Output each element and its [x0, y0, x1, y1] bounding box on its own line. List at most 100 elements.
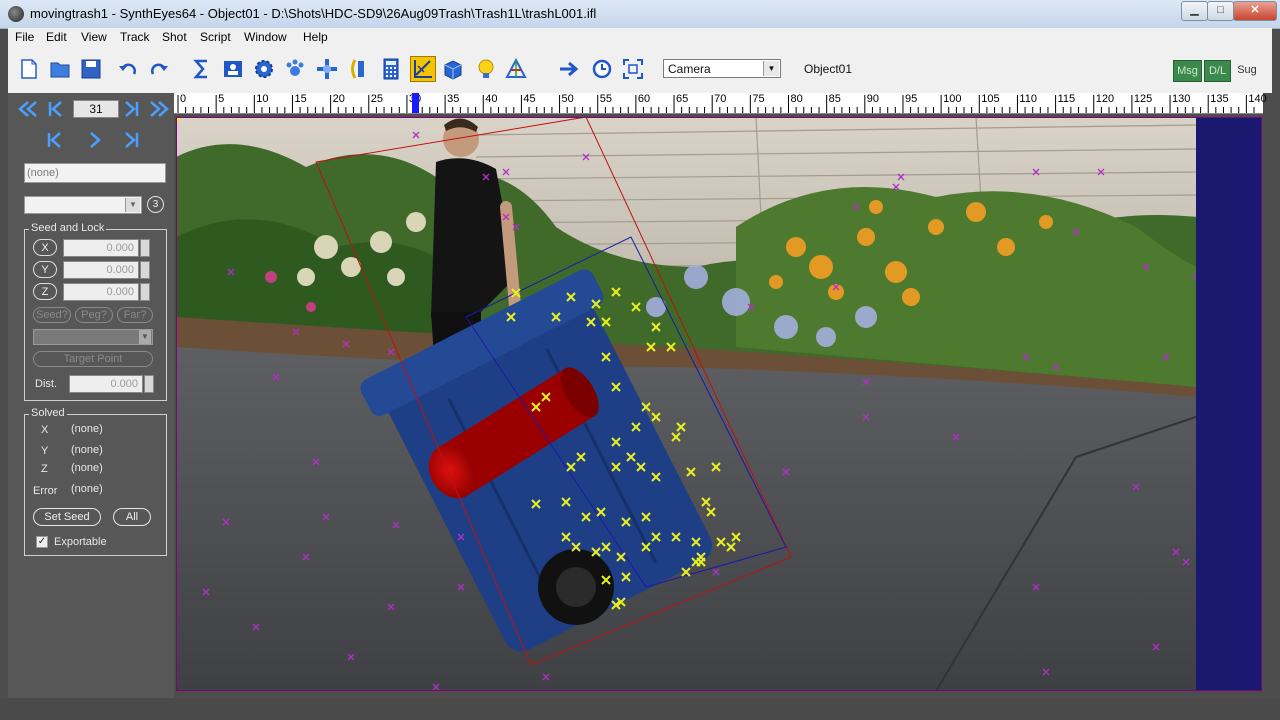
ruler-label: 120 [1095, 93, 1115, 105]
chevron-down-icon[interactable]: ▼ [763, 61, 779, 76]
set-seed-button[interactable]: Set Seed [33, 508, 101, 526]
ruler-label: 90 [866, 93, 880, 105]
ruler-label: 35 [447, 93, 460, 105]
seed-x-button[interactable]: X [33, 239, 57, 256]
ruler-label: 135 [1210, 93, 1229, 105]
tracker-dropdown[interactable]: ▼ [24, 196, 142, 214]
camera-select-value: Camera [668, 62, 711, 76]
open-folder-icon[interactable] [49, 58, 71, 80]
ruler-label: 10 [256, 93, 269, 105]
camera-select[interactable]: Camera ▼ [663, 59, 781, 78]
lightbulb-icon[interactable] [475, 58, 497, 80]
ruler-label: 95 [904, 93, 918, 105]
seed-z-spinner[interactable] [140, 283, 150, 301]
seed-x-spinner[interactable] [140, 239, 150, 257]
current-frame-marker[interactable] [411, 93, 419, 113]
seed-x-field[interactable]: 0.000 [63, 239, 139, 257]
solved-error-value: (none) [71, 483, 103, 495]
seed-y-field[interactable]: 0.000 [63, 261, 139, 279]
dist-spinner[interactable] [144, 375, 154, 393]
clock-icon[interactable] [591, 58, 613, 80]
ruler-label: 0 [180, 93, 187, 105]
solved-title: Solved [29, 407, 67, 419]
solved-z-label: Z [41, 463, 48, 475]
ruler-label: 45 [523, 93, 536, 105]
all-button[interactable]: All [113, 508, 151, 526]
move-icon[interactable] [316, 58, 338, 80]
dl-button[interactable]: D/L [1204, 60, 1231, 82]
ruler-label: 125 [1133, 93, 1153, 105]
seed-z-button[interactable]: Z [33, 283, 57, 300]
solved-y-label: Y [41, 445, 49, 457]
badge-count[interactable]: 3 [147, 196, 164, 213]
play-icon[interactable] [85, 130, 105, 150]
ruler-label: 70 [714, 93, 727, 105]
dist-field[interactable]: 0.000 [69, 375, 143, 393]
step-back-icon[interactable] [44, 130, 66, 150]
seed-y-button[interactable]: Y [33, 261, 57, 278]
seed-lock-title: Seed and Lock [29, 222, 107, 234]
sigma-icon[interactable] [191, 58, 213, 80]
ruler-label: 85 [828, 93, 841, 105]
seed-lock-dropdown[interactable]: ▼ [33, 329, 153, 345]
tracker-name-value: (none) [27, 167, 59, 179]
chevron-down-icon: ▼ [139, 330, 151, 344]
menu-track[interactable]: Track [120, 30, 150, 44]
new-file-icon[interactable] [18, 58, 40, 80]
dist-label: Dist. [35, 378, 57, 390]
next-key-icon[interactable] [121, 99, 141, 119]
sug-button[interactable]: Sug [1233, 60, 1261, 80]
cube-icon[interactable] [442, 58, 464, 80]
seed-z-field[interactable]: 0.000 [63, 283, 139, 301]
camera-view-icon[interactable] [222, 58, 244, 80]
menu-help[interactable]: Help [303, 30, 328, 44]
step-forward-icon[interactable] [120, 130, 142, 150]
msg-button[interactable]: Msg [1173, 60, 1202, 82]
menu-edit[interactable]: Edit [46, 30, 67, 44]
object-label: Object01 [804, 62, 853, 76]
frame-number-field[interactable]: 31 [73, 100, 119, 118]
maximize-button[interactable]: □ [1207, 1, 1234, 21]
menu-window[interactable]: Window [244, 30, 287, 44]
ruler-label: 110 [1019, 93, 1037, 105]
prev-key-icon[interactable] [46, 99, 66, 119]
menu-script[interactable]: Script [200, 30, 231, 44]
minimize-button[interactable]: ▁ [1181, 1, 1208, 21]
menu-view[interactable]: View [81, 30, 107, 44]
peg-button[interactable]: Peg? [75, 307, 113, 323]
solved-y-value: (none) [71, 444, 103, 456]
redo-icon[interactable] [148, 58, 170, 80]
menu-shot[interactable]: Shot [162, 30, 187, 44]
target-point-button[interactable]: Target Point [33, 351, 153, 367]
seed-button[interactable]: Seed? [33, 307, 71, 323]
exportable-checkbox[interactable]: ✓ [36, 536, 48, 548]
tracker-name-field[interactable]: (none) [24, 163, 166, 183]
graph-icon[interactable] [410, 56, 436, 82]
ruler-label: 75 [752, 93, 765, 105]
seed-y-spinner[interactable] [140, 261, 150, 279]
mesh-icon[interactable] [505, 58, 527, 80]
paw-icon[interactable] [284, 58, 306, 80]
calculator-icon[interactable] [380, 58, 402, 80]
menu-file[interactable]: File [15, 30, 34, 44]
timeline-ruler[interactable]: 0510152025303540455055606570758085909510… [174, 93, 1267, 114]
rewind-to-start-icon[interactable] [16, 99, 40, 119]
zoom-fit-icon[interactable] [622, 58, 644, 80]
lens-icon[interactable] [347, 58, 369, 80]
ruler-label: 140 [1248, 93, 1267, 105]
arrow-right-icon[interactable] [558, 58, 580, 80]
close-button[interactable]: ✕ [1233, 1, 1277, 21]
ruler-label: 20 [332, 93, 345, 105]
ruler-label: 130 [1172, 93, 1191, 105]
chevron-down-icon: ▼ [125, 198, 140, 212]
camera-viewport[interactable] [176, 117, 1262, 691]
gear-icon[interactable] [253, 58, 275, 80]
ruler-label: 60 [637, 93, 651, 105]
exportable-label: Exportable [54, 536, 107, 548]
undo-icon[interactable] [117, 58, 139, 80]
forward-to-end-icon[interactable] [147, 99, 171, 119]
ruler-label: 80 [790, 93, 803, 105]
save-icon[interactable] [80, 58, 102, 80]
far-button[interactable]: Far? [117, 307, 153, 323]
ruler-label: 15 [294, 93, 307, 105]
